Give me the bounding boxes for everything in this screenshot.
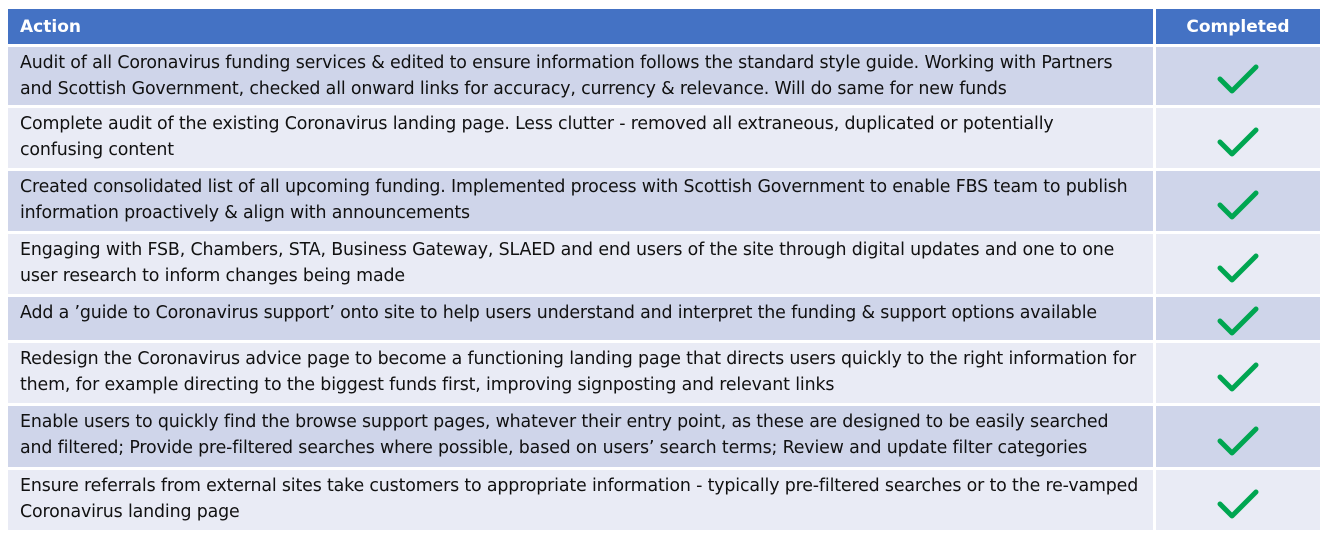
checkmark-icon: [1217, 426, 1259, 456]
action-cell: Add a ’guide to Coronavirus support’ ont…: [8, 297, 1156, 340]
action-cell: Complete audit of the existing Coronavir…: [8, 108, 1156, 168]
action-cell: Enable users to quickly find the browse …: [8, 406, 1156, 467]
action-table: Action Completed Audit of all Coronaviru…: [8, 9, 1320, 530]
completed-cell: [1156, 470, 1320, 530]
table-row: Engaging with FSB, Chambers, STA, Busine…: [8, 231, 1320, 294]
completed-cell: [1156, 343, 1320, 403]
action-cell: Ensure referrals from external sites tak…: [8, 470, 1156, 530]
action-cell: Created consolidated list of all upcomin…: [8, 171, 1156, 231]
checkmark-icon: [1217, 190, 1259, 220]
table-row: Audit of all Coronavirus funding service…: [8, 44, 1320, 105]
header-completed: Completed: [1156, 9, 1320, 44]
table-row: Redesign the Coronavirus advice page to …: [8, 340, 1320, 403]
completed-cell: [1156, 47, 1320, 105]
completed-cell: [1156, 171, 1320, 231]
completed-cell: [1156, 234, 1320, 294]
checkmark-icon: [1217, 64, 1259, 94]
completed-cell: [1156, 297, 1320, 340]
completed-cell: [1156, 406, 1320, 467]
header-action: Action: [8, 9, 1156, 44]
completed-cell: [1156, 108, 1320, 168]
table-row: Enable users to quickly find the browse …: [8, 403, 1320, 467]
action-cell: Audit of all Coronavirus funding service…: [8, 47, 1156, 105]
table-row: Add a ’guide to Coronavirus support’ ont…: [8, 294, 1320, 340]
action-cell: Redesign the Coronavirus advice page to …: [8, 343, 1156, 403]
checkmark-icon: [1217, 127, 1259, 157]
action-cell: Engaging with FSB, Chambers, STA, Busine…: [8, 234, 1156, 294]
checkmark-icon: [1217, 253, 1259, 283]
checkmark-icon: [1217, 306, 1259, 336]
checkmark-icon: [1217, 362, 1259, 392]
table-row: Complete audit of the existing Coronavir…: [8, 105, 1320, 168]
table-header-row: Action Completed: [8, 9, 1320, 44]
table-row: Ensure referrals from external sites tak…: [8, 467, 1320, 530]
table-row: Created consolidated list of all upcomin…: [8, 168, 1320, 231]
checkmark-icon: [1217, 489, 1259, 519]
